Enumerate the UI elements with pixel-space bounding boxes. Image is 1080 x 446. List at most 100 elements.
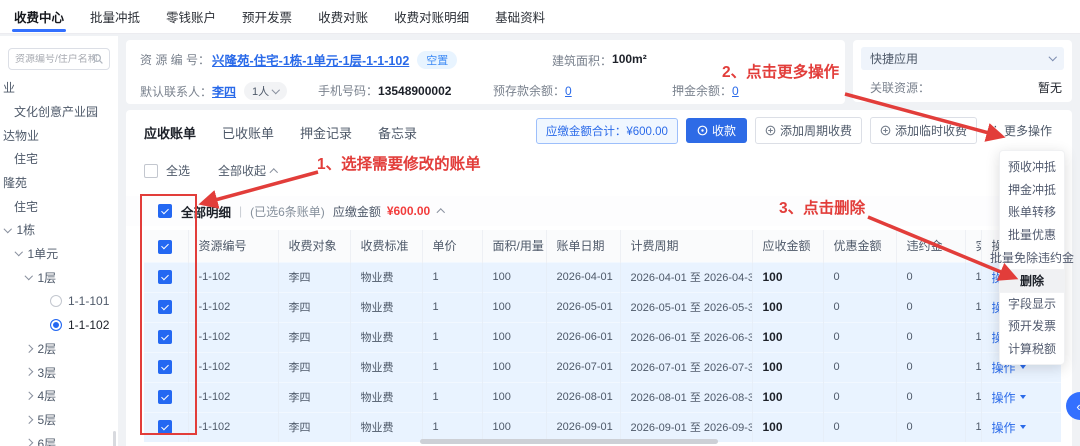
nav-tab-batch-offset[interactable]: 批量冲抵 (84, 0, 146, 34)
nav-tab-label: 收费对账明细 (394, 11, 470, 25)
more-actions-button[interactable]: ⋮ 更多操作 (985, 118, 1056, 143)
row-checkbox[interactable] (158, 300, 172, 314)
nav-tab-charge-center[interactable]: 收费中心 (8, 0, 70, 34)
chevron-down-icon (1048, 53, 1057, 61)
nav-tab-pre-invoice[interactable]: 预开发票 (236, 0, 298, 34)
horizontal-scrollbar[interactable] (420, 439, 718, 444)
tree-item-floor[interactable]: 3层 (0, 360, 118, 384)
tree-item-unit[interactable]: 1单元 (0, 242, 118, 266)
cell-paid: 100 (965, 261, 982, 292)
collect-payment-button[interactable]: 收款 (685, 118, 747, 143)
radio-unchecked-icon[interactable] (50, 295, 62, 308)
tree-item-label: 达物业 (3, 128, 40, 143)
chevron-right-icon (24, 415, 33, 424)
menu-item-deposit-offset[interactable]: 押金冲抵 (1000, 178, 1064, 201)
col-header-payer: 收费对象 (278, 230, 351, 262)
row-checkbox[interactable] (158, 270, 172, 284)
resource-link[interactable]: 兴隆苑-住宅-1栋-1单元-1层-1-1-102 (212, 50, 409, 69)
group-checkbox[interactable] (158, 204, 172, 218)
contact-count: 1人 (252, 86, 270, 98)
sidebar-scrollbar[interactable] (113, 431, 116, 446)
row-checkbox[interactable] (158, 390, 172, 404)
contact-link[interactable]: 李四 (212, 83, 236, 100)
group-amount-value: ¥600.00 (386, 204, 431, 218)
row-action-label: 操作 (991, 390, 1016, 405)
tree-item-project[interactable]: 住宅 (0, 147, 118, 171)
tab-deposit-records[interactable]: 押金记录 (300, 123, 352, 142)
tree-item-floor[interactable]: 5层 (0, 408, 118, 432)
tree-item-floor[interactable]: 4层 (0, 384, 118, 408)
header-checkbox[interactable] (158, 239, 172, 254)
quick-app-select[interactable]: 快捷应用 (861, 47, 1064, 70)
tree-item-org[interactable]: 达物业 (0, 123, 118, 147)
vacant-badge: 空置 (417, 50, 458, 69)
cell-period: 2026-05-01 至 2026-05-31 (620, 291, 753, 322)
divider: | (239, 204, 243, 218)
annotation-step2: 2、点击更多操作 (722, 64, 840, 81)
tree-item-label: 住宅 (14, 152, 39, 167)
prestore-balance-link[interactable]: 0 (565, 84, 572, 98)
tree-item-label: 3层 (37, 365, 57, 380)
search-icon (92, 53, 104, 68)
tree-item-label: 隆苑 (3, 176, 28, 191)
tree-item-room-102[interactable]: 1-1-102 (0, 313, 118, 337)
tree-item-room-101[interactable]: 1-1-101 (0, 289, 118, 313)
menu-item-calc-tax[interactable]: 计算税额 (1000, 337, 1064, 360)
nav-tab-reconcile-detail[interactable]: 收费对账明细 (388, 0, 475, 34)
row-checkbox[interactable] (158, 420, 172, 435)
cell-fee-standard: 物业费 (350, 411, 423, 442)
nav-tab-reconcile[interactable]: 收费对账 (312, 0, 374, 34)
chevron-up-icon[interactable] (437, 209, 445, 217)
add-temp-fee-button[interactable]: 添加临时收费 (869, 117, 977, 144)
quick-panel: 快捷应用 关联资源： 暂无 (853, 40, 1072, 102)
cell-unit-price: 1 (422, 351, 483, 382)
tree-item-org[interactable]: 业 (0, 76, 118, 100)
tab-received-bills[interactable]: 已收账单 (222, 123, 274, 142)
contact-count-pill[interactable]: 1人 (244, 82, 287, 100)
tree-item-floor[interactable]: 6层 (0, 431, 118, 446)
menu-item-batch-waive-penalty[interactable]: 批量免除违约金 (990, 246, 1074, 269)
row-action-label: 操作 (991, 420, 1016, 435)
collect-label: 收款 (711, 124, 736, 138)
tree-item-project[interactable]: 文化创意产业园 (0, 100, 118, 124)
row-checkbox[interactable] (158, 330, 172, 344)
caret-down-icon (1019, 365, 1026, 369)
menu-item-prepay-offset[interactable]: 预收冲抵 (1000, 155, 1064, 178)
col-header-resource: 资源编号 (188, 230, 279, 262)
area-row: 建筑面积： 100m² (552, 52, 647, 69)
cell-payer: 李四 (278, 321, 351, 352)
search-input[interactable] (15, 53, 97, 65)
nav-tab-base-data[interactable]: 基础资料 (489, 0, 551, 34)
tree-item-building[interactable]: 1栋 (0, 218, 118, 242)
menu-item-pre-invoice[interactable]: 预开发票 (1000, 315, 1064, 338)
chevron-down-icon (272, 85, 280, 94)
tab-memo[interactable]: 备忘录 (378, 123, 417, 142)
chevron-down-icon (3, 224, 12, 233)
nav-tab-change-account[interactable]: 零钱账户 (160, 0, 222, 34)
select-all-checkbox[interactable] (144, 163, 158, 178)
tree-item-org[interactable]: 隆苑 (0, 171, 118, 195)
tree-item-floor[interactable]: 1层 (0, 266, 118, 290)
menu-item-batch-discount[interactable]: 批量优惠 (1000, 223, 1064, 246)
deposit-balance-link[interactable]: 0 (732, 84, 739, 98)
menu-item-bill-transfer[interactable]: 账单转移 (1000, 201, 1064, 224)
filter-row: 全选 全部收起 (144, 162, 278, 179)
cell-paid: 100 (965, 411, 982, 442)
phone-group: 手机号码： 13548900002 (318, 82, 451, 99)
radio-checked-icon[interactable] (50, 318, 62, 331)
menu-item-delete[interactable]: 删除 (1000, 268, 1064, 292)
tree-item-project[interactable]: 住宅 (0, 194, 118, 218)
tab-receivable-bills[interactable]: 应收账单 (144, 123, 196, 142)
tree-item-label: 6层 (37, 436, 57, 446)
cell-bill-date: 2026-04-01 (546, 261, 621, 292)
row-action-button[interactable]: 操作 (992, 389, 1026, 406)
menu-item-field-display[interactable]: 字段显示 (1000, 291, 1064, 315)
cell-fee-standard: 物业费 (350, 291, 423, 322)
collapse-all-button[interactable]: 全部收起 (218, 162, 278, 179)
tree-item-floor[interactable]: 2层 (0, 337, 118, 361)
row-action-button[interactable]: 操作 (992, 419, 1026, 436)
table-row: -1-102 李四 物业费 1 100 2026-04-01 2026-04-0… (144, 261, 1061, 292)
table-row: -1-102 李四 物业费 1 100 2026-08-01 2026-08-0… (144, 381, 1061, 412)
add-cycle-fee-button[interactable]: 添加周期收费 (754, 117, 862, 144)
row-checkbox[interactable] (158, 360, 172, 374)
